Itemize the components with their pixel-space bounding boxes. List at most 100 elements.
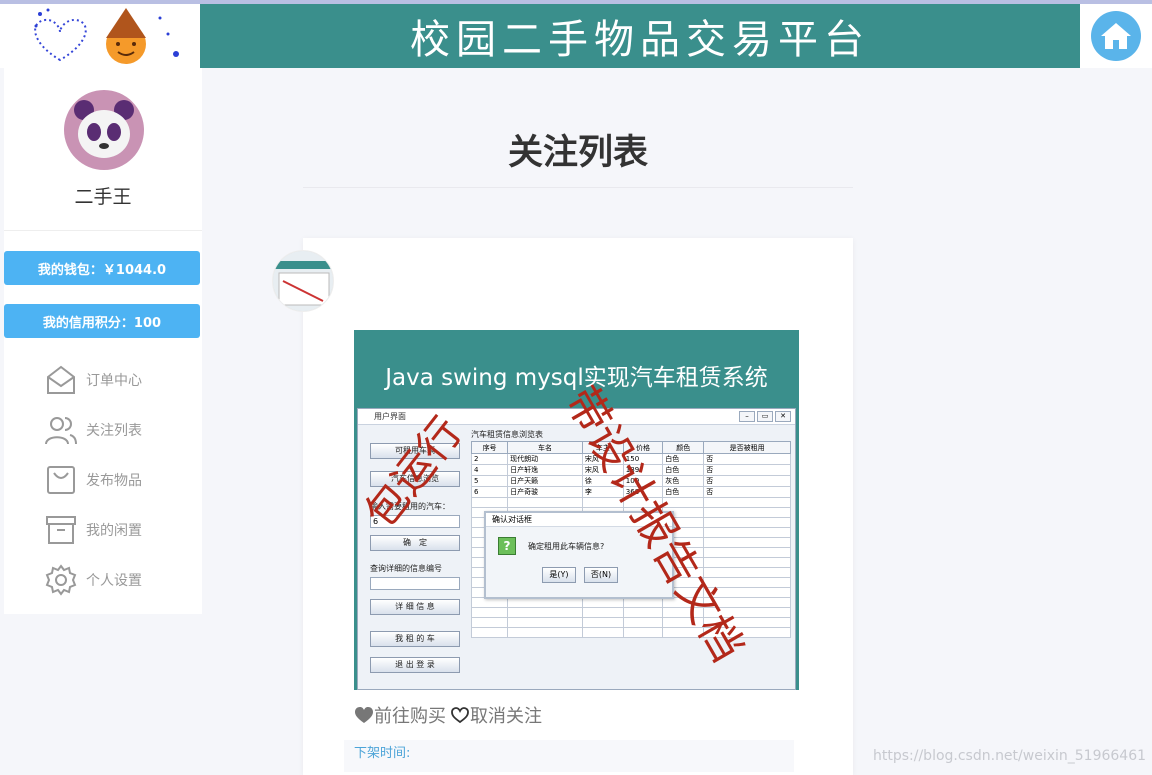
confirm-dialog: 确认对话框 ? 确定租用此车辆信息? 是(Y) 否(N) (484, 511, 674, 599)
dialog-no-button: 否(N) (584, 567, 618, 583)
envelope-icon (47, 365, 75, 394)
table-cell: 2 (470, 453, 509, 465)
title-divider (303, 187, 853, 188)
dialog-yes-button: 是(Y) (542, 567, 576, 583)
watermark-credit: https://blog.csdn.net/weixin_51966461 (873, 748, 1147, 764)
panda-avatar-icon (74, 100, 134, 158)
screenshot-button: 详 细 信 息 (370, 599, 460, 615)
table-cell: 灰色 (662, 475, 705, 487)
buy-label: 前往购买 (374, 706, 446, 727)
table-cell: 100 (622, 475, 664, 487)
table-cell: 4 (470, 464, 509, 476)
table-cell: 否 (703, 475, 791, 487)
screenshot-button: 可租用车辆 (370, 443, 460, 459)
users-icon (45, 417, 77, 445)
sidebar-item-my-idle[interactable]: 我的闲置 (44, 512, 142, 548)
sidebar-item-settings[interactable]: 个人设置 (44, 562, 142, 598)
heart-filled-icon (355, 707, 373, 723)
table-row (470, 497, 791, 508)
sidebar-item-label: 关注列表 (86, 423, 142, 439)
sidebar-item-label: 我的闲置 (86, 523, 142, 539)
column-header: 车主 (581, 441, 624, 454)
column-header: 车名 (507, 441, 583, 454)
product-image-heading: Java swing mysql实现汽车租赁系统 (385, 365, 768, 391)
screenshot-input (370, 577, 460, 590)
dialog-message: 确定租用此车辆信息? (528, 542, 605, 551)
screenshot-button: 我 租 的 车 (370, 631, 460, 647)
card-actions: 前往购买 取消关注 (354, 702, 542, 728)
gear-icon (45, 564, 77, 596)
header-banner: 校园二手物品交易平台 (200, 4, 1080, 68)
sidebar-item-label: 个人设置 (86, 573, 142, 589)
site-title: 校园二手物品交易平台 (410, 17, 870, 63)
table-cell: 李 (581, 486, 624, 498)
seller-avatar[interactable] (272, 250, 334, 312)
archive-icon (46, 516, 76, 544)
sidebar: 二手王 我的钱包：￥1044.0 我的信用积分：100 订单中心 关注列表 发布… (4, 68, 202, 614)
screenshot-input: 6 (370, 515, 460, 528)
screenshot-table-title: 汽车租赁信息浏览表 (471, 430, 543, 439)
table-cell: 现代朗动 (507, 453, 583, 465)
table-cell: 150 (622, 453, 664, 465)
screenshot-button: 退 出 登 录 (370, 657, 460, 673)
screenshot-window: 用户界面 – ▭ ✕ 可租用车辆 汽车信息浏览 输入需要租用的汽车： 6 确 定… (357, 408, 796, 690)
table-row (470, 627, 791, 638)
username: 二手王 (74, 186, 132, 208)
table-cell: 白色 (662, 486, 705, 498)
screenshot-button: 汽车信息浏览 (370, 471, 460, 487)
credit-button[interactable]: 我的信用积分：100 (4, 304, 200, 338)
dialog-title: 确认对话框 (486, 513, 672, 527)
bag-icon (47, 466, 75, 494)
home-icon (1101, 23, 1131, 49)
seller-thumbnail (273, 251, 333, 311)
table-cell: 否 (703, 486, 791, 498)
sidebar-item-label: 发布物品 (86, 473, 142, 489)
sidebar-item-follow-list[interactable]: 关注列表 (44, 412, 142, 448)
wallet-button[interactable]: 我的钱包：￥1044.0 (4, 251, 200, 285)
table-row: 6 日产奇骏 李 368 白色 否 (470, 486, 791, 498)
sidebar-item-orders[interactable]: 订单中心 (44, 362, 142, 398)
sidebar-divider (4, 230, 202, 231)
window-controls: – ▭ ✕ (739, 411, 791, 422)
product-image[interactable]: Java swing mysql实现汽车租赁系统 用户界面 – ▭ ✕ 可租用车… (354, 330, 799, 690)
buy-link[interactable]: 前往购买 (354, 702, 446, 728)
logo (0, 4, 200, 68)
close-icon: ✕ (775, 411, 791, 422)
home-button[interactable] (1091, 11, 1141, 61)
screenshot-label: 输入需要租用的汽车： (370, 502, 450, 511)
unfollow-label: 取消关注 (470, 706, 542, 727)
sidebar-item-label: 订单中心 (86, 373, 142, 389)
screenshot-button: 确 定 (370, 535, 460, 551)
column-header: 价格 (622, 441, 664, 454)
table-row: 2 现代朗动 宋风 150 白色 否 (470, 453, 791, 465)
sidebar-item-publish[interactable]: 发布物品 (44, 462, 142, 498)
column-header: 是否被租用 (703, 441, 791, 454)
table-row (470, 607, 791, 618)
table-cell: 白色 (662, 453, 705, 465)
table-cell: 宋风 (581, 453, 624, 465)
minimize-icon: – (739, 411, 755, 422)
screenshot-window-title: 用户界面 (358, 409, 795, 425)
table-cell: 否 (703, 464, 791, 476)
column-header: 序号 (470, 441, 509, 454)
table-row: 5 日产天籁 徐 100 灰色 否 (470, 475, 791, 487)
offshelf-time: 下架时间: (344, 740, 794, 772)
table-row: 4 日产轩逸 宋风 189 白色 否 (470, 464, 791, 476)
table-cell: 日产奇骏 (507, 486, 583, 498)
maximize-icon: ▭ (757, 411, 773, 422)
home-button-container (1080, 4, 1152, 68)
table-cell: 徐 (581, 475, 624, 487)
table-cell: 368 (622, 486, 664, 498)
table-cell: 日产轩逸 (507, 464, 583, 476)
heart-outline-icon (451, 707, 469, 724)
table-row (470, 597, 791, 608)
unfollow-link[interactable]: 取消关注 (450, 702, 542, 728)
table-cell: 5 (470, 475, 509, 487)
question-icon: ? (498, 537, 516, 555)
table-cell: 6 (470, 486, 509, 498)
table-row (470, 617, 791, 628)
avatar[interactable] (64, 90, 144, 170)
table-cell: 日产天籁 (507, 475, 583, 487)
table-cell: 189 (622, 464, 664, 476)
screenshot-label: 查询详细的信息编号 (370, 564, 442, 573)
